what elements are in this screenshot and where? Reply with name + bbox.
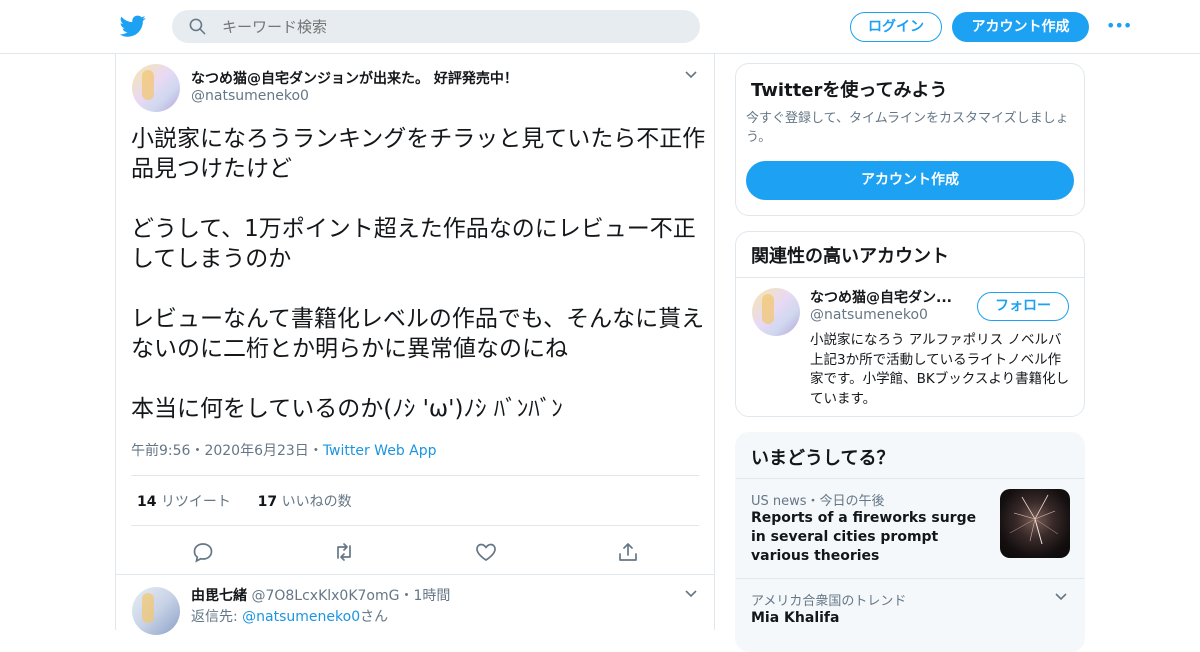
reply-icon[interactable] (191, 540, 215, 564)
chevron-down-icon[interactable] (1054, 590, 1068, 604)
login-button[interactable]: ログイン (850, 12, 942, 42)
reply-mention-link[interactable]: @natsumeneko0 (242, 609, 360, 625)
trend-context: アメリカ合衆国のトレンド (751, 594, 907, 609)
reply-prefix: 返信先: (191, 609, 243, 625)
retweet-stat[interactable]: 14 リツイート (137, 494, 231, 510)
like-stat[interactable]: 17 いいねの数 (258, 494, 352, 510)
related-accounts-card: 関連性の高いアカウント なつめ猫@自宅ダン... @natsumeneko0 フ… (735, 231, 1085, 417)
follow-button[interactable]: フォロー (977, 292, 1069, 321)
like-count: 17 (257, 494, 278, 510)
avatar[interactable] (132, 64, 180, 112)
trend-context: US news・今日の午後 (751, 494, 885, 509)
divider (736, 578, 1084, 579)
trends-title: いまどうしてる？ (751, 448, 895, 469)
tweet-column: なつめ猫@自宅ダンジョンが出来た。 好評発売中！ @natsumeneko0 小… (115, 54, 715, 635)
reply-author-handle[interactable]: @7O8LcxKlx0K7omG (251, 588, 399, 604)
reply-header: 由毘七緒 @7O8LcxKlx0K7omG・1時間 (191, 585, 450, 605)
signup-card-description: 今すぐ登録して、タイムラインをカスタマイズしましょう。 (746, 111, 1069, 145)
tweet-stats: 14 リツイート 17 いいねの数 (137, 491, 352, 511)
like-icon[interactable] (474, 540, 498, 564)
tweet-meta: 午前9:56・2020年6月23日・Twitter Web App (131, 440, 437, 460)
related-account-bio: 小説家になろう アルファポリス ノベルバ 上記3か所で活動しているライトノベル作… (810, 332, 1070, 407)
fireworks-image-icon (1009, 494, 1059, 545)
tweet-date[interactable]: 2020年6月23日 (204, 443, 308, 459)
tweet-paragraph: 小説家になろうランキングをチラッと見ていたら不正作品見つけたけど (131, 126, 706, 182)
search-input[interactable] (222, 10, 682, 43)
retweet-icon[interactable] (332, 540, 356, 564)
reply-time[interactable]: 1時間 (413, 588, 450, 604)
tweet-paragraph: 本当に何をしているのか(ﾉｼ 'ω')ﾉｼ ﾊﾞﾝﾊﾞﾝ (131, 396, 563, 422)
tweet-paragraph: レビューなんて書籍化レベルの作品でも、そんなに貰えないのに二桁とか明らかに異常値… (131, 306, 705, 362)
trend-headline[interactable]: Reports of a fireworks surge in several … (751, 509, 991, 566)
author-name[interactable]: なつめ猫@自宅ダンジョンが出来た。 好評発売中！ (191, 68, 518, 88)
retweet-count: 14 (137, 494, 157, 510)
more-icon[interactable]: ••• (1106, 16, 1132, 36)
top-bar: ログイン アカウント作成 ••• (0, 0, 1200, 54)
divider (131, 475, 699, 476)
related-account-handle[interactable]: @natsumeneko0 (810, 307, 928, 323)
search-bar[interactable] (172, 10, 700, 43)
author-handle[interactable]: @natsumeneko0 (191, 88, 309, 104)
reply-suffix: さん (360, 609, 389, 625)
trend-headline[interactable]: Mia Khalifa (751, 610, 839, 626)
tweet-app-link[interactable]: Twitter Web App (323, 443, 437, 459)
divider (116, 574, 714, 575)
related-account-name[interactable]: なつめ猫@自宅ダン... (810, 287, 975, 307)
meta-separator: ・ (308, 443, 323, 459)
like-label: いいねの数 (281, 494, 352, 510)
avatar[interactable] (752, 288, 800, 336)
tweet-paragraph: どうして、1万ポイント超えた作品なのにレビュー不正してしまうのか (131, 216, 696, 272)
tweet-time[interactable]: 午前9:56 (131, 443, 190, 459)
reply-to-line: 返信先: @natsumeneko0さん (191, 606, 388, 626)
retweet-label: リツイート (160, 494, 231, 510)
signup-card: Twitterを使ってみよう 今すぐ登録して、タイムラインをカスタマイズしましょ… (735, 63, 1085, 216)
signup-button[interactable]: アカウント作成 (952, 12, 1089, 42)
divider (736, 478, 1084, 479)
signup-card-title: Twitterを使ってみよう (751, 80, 948, 101)
meta-separator: ・ (399, 588, 414, 604)
meta-separator: ・ (190, 443, 205, 459)
related-accounts-title: 関連性の高いアカウント (751, 246, 949, 267)
reply-author-name[interactable]: 由毘七緒 (191, 588, 247, 604)
create-account-button[interactable]: アカウント作成 (746, 161, 1074, 200)
share-icon[interactable] (616, 540, 640, 564)
twitter-logo-icon[interactable] (120, 13, 146, 39)
chevron-down-icon[interactable] (684, 68, 698, 82)
search-icon (189, 18, 206, 35)
chevron-down-icon[interactable] (684, 587, 698, 601)
trends-card: いまどうしてる？ US news・今日の午後 Reports of a fire… (735, 432, 1085, 652)
tweet-text: 小説家になろうランキングをチラッと見ていたら不正作品見つけたけど どうして、1万… (131, 124, 706, 454)
avatar[interactable] (132, 587, 180, 635)
divider (131, 525, 699, 526)
divider (736, 277, 1084, 278)
trend-thumbnail[interactable] (1000, 489, 1070, 558)
